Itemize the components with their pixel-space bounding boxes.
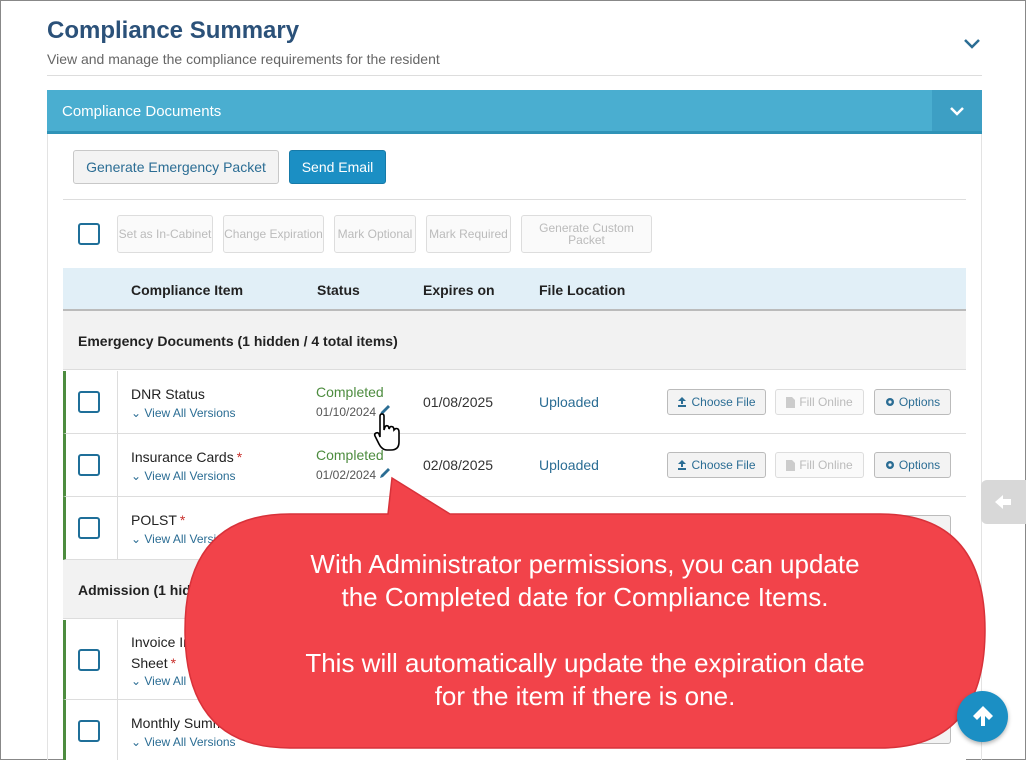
row-select-cell	[66, 700, 118, 760]
expires-date: 02/08/2025	[423, 457, 494, 473]
status-date: 01/02/2024	[316, 468, 377, 482]
row-checkbox[interactable]	[78, 649, 100, 671]
file-icon	[786, 459, 796, 471]
row-select-cell	[66, 620, 118, 699]
row-checkbox[interactable]	[78, 391, 100, 413]
required-marker: *	[236, 449, 243, 465]
view-all-versions-link[interactable]: ⌄ View All Versions	[131, 735, 236, 749]
row-select-cell	[66, 434, 118, 496]
mark-required-button[interactable]: Mark Required	[426, 215, 511, 253]
panel-toggle-button[interactable]	[932, 90, 982, 131]
required-marker: *	[179, 512, 186, 528]
select-all-checkbox[interactable]	[78, 223, 100, 245]
scroll-to-top-button[interactable]	[957, 691, 1008, 742]
table-header: Compliance Item Status Expires on File L…	[63, 268, 966, 311]
chevron-down-icon[interactable]	[962, 36, 982, 52]
group-header-emergency[interactable]: Emergency Documents (1 hidden / 4 total …	[63, 311, 966, 370]
file-icon	[786, 396, 796, 408]
send-email-button[interactable]: Send Email	[289, 150, 386, 184]
callout-line: the Completed date for Compliance Items.	[341, 582, 829, 612]
column-header[interactable]: Compliance Item	[131, 282, 243, 298]
row-select-cell	[66, 497, 118, 559]
required-marker: *	[170, 655, 177, 671]
options-button[interactable]: Options	[874, 389, 951, 415]
generate-emergency-packet-button[interactable]: Generate Emergency Packet	[73, 150, 279, 184]
gear-icon	[885, 398, 894, 406]
upload-icon	[678, 460, 687, 470]
item-name: Invoice In Sheet *	[131, 634, 191, 671]
callout-message: With Administrator permissions, you can …	[210, 548, 960, 713]
table-row: DNR Status ⌄ View All Versions Completed…	[63, 371, 966, 434]
item-name: Monthly Summa	[131, 715, 233, 731]
view-all-versions-link[interactable]: ⌄ View All Versions	[131, 469, 236, 483]
status-date: 01/10/2024	[316, 405, 377, 419]
arrow-left-icon	[995, 495, 1011, 509]
column-header[interactable]: Expires on	[423, 282, 495, 298]
compliance-documents-panel-header[interactable]: Compliance Documents	[47, 90, 982, 134]
choose-file-button[interactable]: Choose File	[667, 389, 766, 415]
page-title: Compliance Summary	[47, 17, 300, 44]
chevron-down-icon	[950, 107, 964, 116]
upload-icon	[678, 397, 687, 407]
hand-pointer-icon	[373, 413, 400, 451]
fill-online-button[interactable]: Fill Online	[775, 452, 864, 478]
panel-title: Compliance Documents	[62, 103, 222, 120]
page-subtitle: View and manage the compliance requireme…	[47, 51, 440, 67]
toolbar-divider	[63, 199, 966, 200]
back-side-tab[interactable]	[981, 480, 1026, 524]
callout-line: This will automatically update the expir…	[305, 648, 865, 678]
pencil-icon[interactable]	[378, 466, 392, 480]
row-checkbox[interactable]	[78, 454, 100, 476]
status-text: Completed	[316, 384, 384, 400]
header-divider	[47, 75, 982, 76]
choose-file-button[interactable]: Choose File	[667, 452, 766, 478]
change-expiration-button[interactable]: Change Expiration	[223, 215, 324, 253]
set-in-cabinet-button[interactable]: Set as In-Cabinet	[117, 215, 213, 253]
row-checkbox[interactable]	[78, 720, 100, 742]
column-header[interactable]: File Location	[539, 282, 625, 298]
mark-optional-button[interactable]: Mark Optional	[334, 215, 416, 253]
view-all-versions-link[interactable]: ⌄ View All Versions	[131, 532, 236, 546]
group-label: Admission (1 hidden	[78, 582, 216, 598]
fill-online-button[interactable]: Fill Online	[775, 389, 864, 415]
table-row: Insurance Cards * ⌄ View All Versions Com…	[63, 434, 966, 497]
callout-line: With Administrator permissions, you can …	[310, 549, 860, 579]
view-all-versions-link[interactable]: ⌄ View All Versions	[131, 406, 236, 420]
column-header[interactable]: Status	[317, 282, 360, 298]
options-button[interactable]: tions	[874, 515, 951, 541]
item-name: POLST *	[131, 512, 186, 528]
callout-line: for the item if there is one.	[434, 681, 736, 711]
options-button[interactable]: Options	[874, 452, 951, 478]
row-checkbox[interactable]	[78, 517, 100, 539]
file-location-link[interactable]: Uploaded	[539, 394, 599, 410]
expires-date: 01/08/2025	[423, 394, 494, 410]
file-location-link[interactable]: Uploaded	[539, 457, 599, 473]
arrow-up-icon	[973, 706, 993, 726]
row-select-cell	[66, 371, 118, 433]
gear-icon	[885, 461, 894, 469]
item-name: Insurance Cards *	[131, 449, 243, 465]
generate-custom-packet-button[interactable]: Generate Custom Packet	[521, 215, 652, 253]
options-button[interactable]: tions	[874, 718, 951, 744]
item-name: DNR Status	[131, 386, 205, 402]
group-label: Emergency Documents (1 hidden / 4 total …	[78, 333, 398, 349]
